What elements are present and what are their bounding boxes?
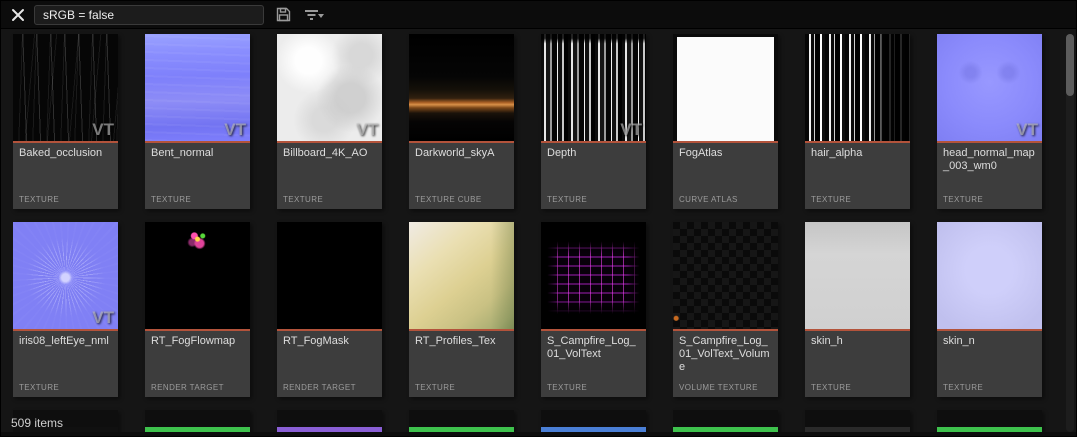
asset-tile[interactable]: VT iris08_leftEye_nml TEXTURE	[13, 222, 118, 397]
asset-type: TEXTURE	[943, 383, 983, 392]
asset-meta: FogAtlas CURVE ATLAS	[673, 143, 778, 209]
asset-name: iris08_leftEye_nml	[13, 331, 118, 348]
rt-fogmask-thumbnail	[277, 222, 382, 329]
asset-type: TEXTURE	[415, 383, 455, 392]
asset-type: TEXTURE	[547, 195, 587, 204]
asset-meta: S_Campfire_Log_01_VolText TEXTURE	[541, 331, 646, 397]
asset-tile[interactable]: FogAtlas CURVE ATLAS	[673, 34, 778, 209]
scrollbar-thumb[interactable]	[1066, 34, 1074, 96]
asset-type: TEXTURE CUBE	[415, 195, 482, 204]
skin-normal-thumbnail	[937, 222, 1042, 329]
vertical-scrollbar[interactable]	[1066, 34, 1074, 432]
asset-tile[interactable]: hair_alpha TEXTURE	[805, 34, 910, 209]
filter-search-bar	[1, 1, 1076, 29]
baked-occlusion-thumbnail: VT	[13, 34, 118, 141]
asset-type: CURVE ATLAS	[679, 195, 738, 204]
asset-meta: S_Campfire_Log_01_VolText_Volume VOLUME T…	[673, 331, 778, 397]
asset-meta: RT_FogMask RENDER TARGET	[277, 331, 382, 397]
asset-tile[interactable]: RT_FogFlowmap RENDER TARGET	[145, 222, 250, 397]
asset-type: TEXTURE	[547, 383, 587, 392]
filter-icon[interactable]	[302, 5, 326, 25]
asset-meta: RT_Profiles_Tex TEXTURE	[409, 331, 514, 397]
asset-meta: Bent_normal TEXTURE	[145, 143, 250, 209]
billboard-ao-thumbnail: VT	[277, 34, 382, 141]
asset-name: Billboard_4K_AO	[277, 143, 382, 160]
asset-type: RENDER TARGET	[283, 383, 356, 392]
asset-type: RENDER TARGET	[151, 383, 224, 392]
campfire-volume-thumbnail	[673, 222, 778, 329]
asset-type: TEXTURE	[19, 383, 59, 392]
asset-tile[interactable]: S_Campfire_Log_01_VolText_Volume VOLUME T…	[673, 222, 778, 397]
asset-name: RT_FogFlowmap	[145, 331, 250, 348]
asset-tile[interactable]: VT head_normal_map_003_wm0 TEXTURE	[937, 34, 1042, 209]
virtual-texture-badge: VT	[356, 120, 378, 140]
asset-meta: RT_FogFlowmap RENDER TARGET	[145, 331, 250, 397]
asset-tile[interactable]: Darkworld_skyA TEXTURE CUBE	[409, 34, 514, 209]
asset-name: hair_alpha	[805, 143, 910, 160]
asset-name: Darkworld_skyA	[409, 143, 514, 160]
asset-name: head_normal_map_003_wm0	[937, 143, 1042, 173]
asset-grid: VT Baked_occlusion TEXTURE VT Bent_normal TEX…	[1, 29, 1076, 436]
depth-thumbnail: VT	[541, 34, 646, 141]
asset-name: S_Campfire_Log_01_VolText_Volume	[673, 331, 778, 374]
asset-tile[interactable]: RT_Profiles_Tex TEXTURE	[409, 222, 514, 397]
asset-meta: skin_n TEXTURE	[937, 331, 1042, 397]
skin-height-thumbnail	[805, 222, 910, 329]
content-browser-window: VT Baked_occlusion TEXTURE VT Bent_normal TEX…	[0, 0, 1077, 437]
asset-type: TEXTURE	[943, 195, 983, 204]
window-bottom-edge	[1, 432, 1076, 436]
asset-name: RT_FogMask	[277, 331, 382, 348]
asset-type: VOLUME TEXTURE	[679, 383, 758, 392]
iris-normal-thumbnail: VT	[13, 222, 118, 329]
asset-type: TEXTURE	[283, 195, 323, 204]
hair-alpha-thumbnail	[805, 34, 910, 141]
asset-type: TEXTURE	[811, 195, 851, 204]
asset-type: TEXTURE	[151, 195, 191, 204]
close-icon[interactable]	[9, 6, 27, 24]
virtual-texture-badge: VT	[1016, 120, 1038, 140]
asset-meta: iris08_leftEye_nml TEXTURE	[13, 331, 118, 397]
asset-tile[interactable]: skin_h TEXTURE	[805, 222, 910, 397]
asset-meta: skin_h TEXTURE	[805, 331, 910, 397]
rt-profiles-thumbnail	[409, 222, 514, 329]
asset-type: TEXTURE	[19, 195, 59, 204]
status-bar: 509 items	[11, 416, 63, 430]
asset-type: TEXTURE	[811, 383, 851, 392]
asset-tile[interactable]: S_Campfire_Log_01_VolText TEXTURE	[541, 222, 646, 397]
asset-grid-area: VT Baked_occlusion TEXTURE VT Bent_normal TEX…	[1, 29, 1076, 436]
asset-tile[interactable]: VT Depth TEXTURE	[541, 34, 646, 209]
virtual-texture-badge: VT	[620, 120, 642, 140]
asset-meta: Billboard_4K_AO TEXTURE	[277, 143, 382, 209]
items-count: 509 items	[11, 416, 63, 430]
asset-meta: Darkworld_skyA TEXTURE CUBE	[409, 143, 514, 209]
head-normal-thumbnail: VT	[937, 34, 1042, 141]
asset-name: skin_n	[937, 331, 1042, 348]
asset-name: Bent_normal	[145, 143, 250, 160]
asset-meta: hair_alpha TEXTURE	[805, 143, 910, 209]
rt-fogflowmap-thumbnail	[145, 222, 250, 329]
asset-name: Depth	[541, 143, 646, 160]
campfire-voltext-thumbnail	[541, 222, 646, 329]
virtual-texture-badge: VT	[92, 120, 114, 140]
search-input[interactable]	[34, 5, 264, 25]
bent-normal-thumbnail: VT	[145, 34, 250, 141]
asset-tile[interactable]: skin_n TEXTURE	[937, 222, 1042, 397]
asset-name: RT_Profiles_Tex	[409, 331, 514, 348]
asset-tile[interactable]: VT Billboard_4K_AO TEXTURE	[277, 34, 382, 209]
asset-name: FogAtlas	[673, 143, 778, 160]
virtual-texture-badge: VT	[224, 120, 246, 140]
asset-meta: Baked_occlusion TEXTURE	[13, 143, 118, 209]
asset-name: S_Campfire_Log_01_VolText	[541, 331, 646, 361]
darkworld-sky-thumbnail	[409, 34, 514, 141]
save-search-icon[interactable]	[271, 5, 295, 25]
asset-tile[interactable]: RT_FogMask RENDER TARGET	[277, 222, 382, 397]
fog-atlas-thumbnail	[673, 34, 778, 141]
virtual-texture-badge: VT	[92, 308, 114, 328]
asset-meta: Depth TEXTURE	[541, 143, 646, 209]
asset-name: Baked_occlusion	[13, 143, 118, 160]
asset-meta: head_normal_map_003_wm0 TEXTURE	[937, 143, 1042, 209]
asset-name: skin_h	[805, 331, 910, 348]
asset-tile[interactable]: VT Baked_occlusion TEXTURE	[13, 34, 118, 209]
asset-tile[interactable]: VT Bent_normal TEXTURE	[145, 34, 250, 209]
